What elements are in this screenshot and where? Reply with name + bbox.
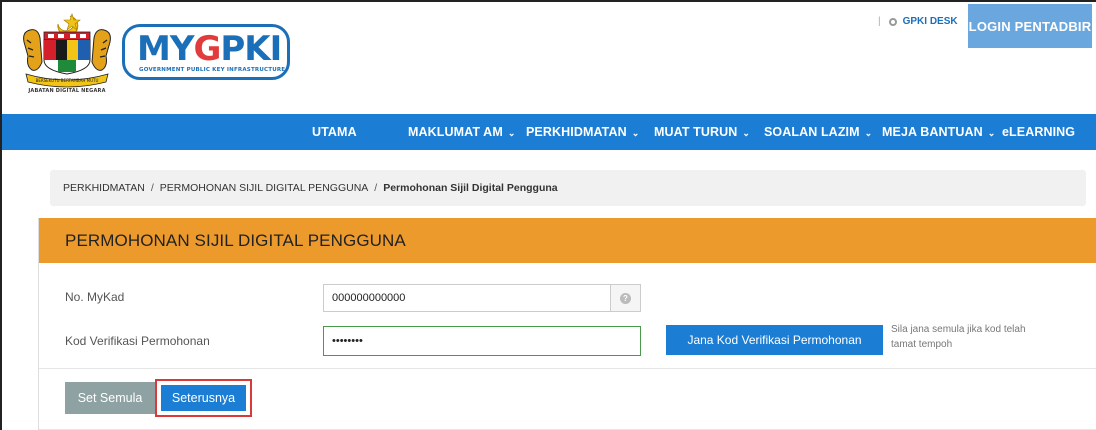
next-button-highlight: Seterusnya xyxy=(155,379,252,417)
gpki-desk-icon xyxy=(888,17,897,26)
application-panel: PERMOHONAN SIJIL DIGITAL PENGGUNA No. My… xyxy=(38,218,1096,430)
malaysia-coat-of-arms-icon: BERSEKUTU BERTAMBAH MUTU xyxy=(23,13,111,88)
chevron-down-icon: ⌄ xyxy=(987,128,996,138)
breadcrumb-item-permohonan[interactable]: PERMOHONAN SIJIL DIGITAL PENGGUNA xyxy=(160,182,368,194)
reset-button[interactable]: Set Semula xyxy=(65,382,155,414)
breadcrumb-separator: / xyxy=(150,182,154,194)
logo-subtitle: GOVERNMENT PUBLIC KEY INFRASTRUCTURE xyxy=(139,67,286,73)
generate-verification-code-button[interactable]: Jana Kod Verifikasi Permohonan xyxy=(666,325,883,355)
chevron-down-icon: ⌄ xyxy=(864,128,873,138)
login-pentadbir-button[interactable]: LOGIN PENTADBIR xyxy=(968,4,1092,48)
top-links: | GPKI DESK xyxy=(878,16,958,27)
nav-item-muat-turun[interactable]: MUAT TURUN ⌄ xyxy=(654,114,750,150)
nav-item-utama[interactable]: UTAMA xyxy=(312,114,357,150)
form-divider xyxy=(39,368,1096,369)
main-nav: UTAMA MAKLUMAT AM ⌄ PERKHIDMATAN ⌄ MUAT TU… xyxy=(2,114,1096,150)
help-icon: ? xyxy=(620,292,631,304)
mykad-input[interactable]: 000000000000 xyxy=(323,284,611,312)
panel-title: PERMOHONAN SIJIL DIGITAL PENGGUNA xyxy=(39,218,1096,263)
verification-code-input[interactable]: •••••••• xyxy=(323,326,641,356)
top-link-separator: | xyxy=(878,16,881,27)
logo-wordmark: MYGPKI xyxy=(137,29,282,69)
breadcrumb: PERKHIDMATAN / PERMOHONAN SIJIL DIGITAL PE… xyxy=(50,170,1086,206)
crest-caption: JABATAN DIGITAL NEGARA xyxy=(28,88,106,94)
nav-item-maklumat-am[interactable]: MAKLUMAT AM ⌄ xyxy=(408,114,515,150)
site-header: BERSEKUTU BERTAMBAH MUTU JABATAN DIGITAL… xyxy=(2,2,1096,96)
nav-item-perkhidmatan[interactable]: PERKHIDMATAN ⌄ xyxy=(526,114,639,150)
mykad-label: No. MyKad xyxy=(65,290,125,304)
nav-item-elearning[interactable]: eLEARNING xyxy=(1002,114,1075,150)
mygpki-logo[interactable]: MYGPKI GOVERNMENT PUBLIC KEY INFRASTRUCT… xyxy=(122,24,290,80)
hint-line-2: tamat tempoh xyxy=(891,339,953,350)
gpki-desk-link[interactable]: GPKI DESK xyxy=(903,16,958,27)
breadcrumb-separator: / xyxy=(374,182,378,194)
chevron-down-icon: ⌄ xyxy=(742,128,751,138)
regenerate-hint: Sila jana semula jika kod telah tamat te… xyxy=(891,322,1091,352)
svg-text:BERSEKUTU BERTAMBAH MUTU: BERSEKUTU BERTAMBAH MUTU xyxy=(36,78,99,83)
breadcrumb-item-perkhidmatan[interactable]: PERKHIDMATAN xyxy=(63,182,145,194)
mykad-help-addon[interactable]: ? xyxy=(611,284,641,312)
nav-item-meja-bantuan[interactable]: MEJA BANTUAN ⌄ xyxy=(882,114,995,150)
hint-line-1: Sila jana semula jika kod telah xyxy=(891,324,1026,335)
breadcrumb-current: Permohonan Sijil Digital Pengguna xyxy=(383,182,558,194)
nav-item-soalan-lazim[interactable]: SOALAN LAZIM ⌄ xyxy=(764,114,872,150)
next-button[interactable]: Seterusnya xyxy=(161,385,246,411)
chevron-down-icon: ⌄ xyxy=(507,128,516,138)
verification-code-label: Kod Verifikasi Permohonan xyxy=(65,334,210,348)
chevron-down-icon: ⌄ xyxy=(631,128,640,138)
